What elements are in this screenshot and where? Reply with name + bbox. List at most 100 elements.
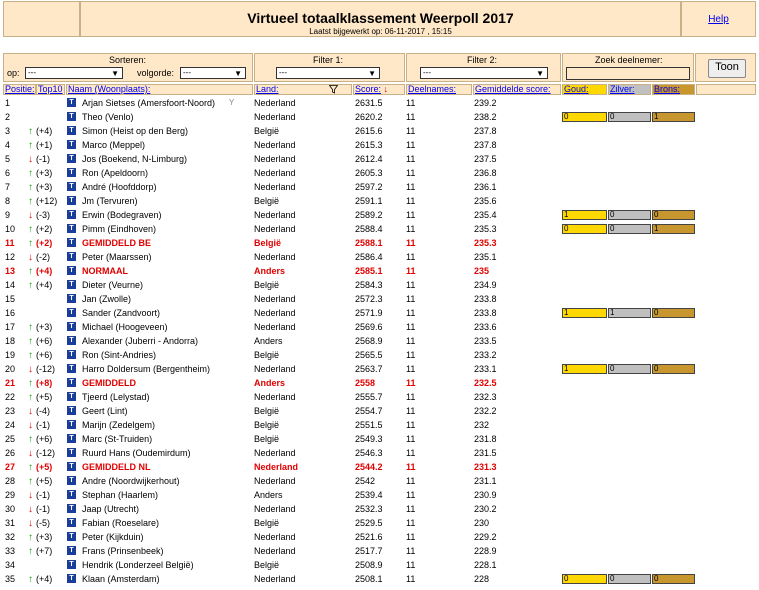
funnel-icon[interactable]	[328, 85, 339, 94]
profile-icon[interactable]: T	[67, 336, 76, 345]
profile-icon[interactable]: T	[67, 420, 76, 429]
profile-icon[interactable]: T	[67, 350, 76, 359]
sort-order-select[interactable]: --- ▼	[180, 67, 246, 79]
cell-name[interactable]: Jaap (Utrecht)	[82, 504, 139, 514]
cell-name[interactable]: Arjan Sietses (Amersfoort-Noord)	[82, 98, 215, 108]
col-zilver[interactable]: Zilver:	[608, 84, 651, 95]
profile-icon[interactable]: T	[67, 238, 76, 247]
profile-icon[interactable]: T	[67, 448, 76, 457]
profile-icon[interactable]: T	[67, 364, 76, 373]
profile-icon[interactable]: T	[67, 406, 76, 415]
table-row: 34 T Hendrik (Londerzeel België) België 2508…	[0, 558, 759, 572]
profile-icon[interactable]: T	[67, 182, 76, 191]
cell-name[interactable]: NORMAAL	[82, 266, 128, 276]
cell-name[interactable]: GEMIDDELD BE	[82, 238, 151, 248]
profile-icon[interactable]: T	[67, 518, 76, 527]
profile-icon[interactable]: T	[67, 504, 76, 513]
cell-name[interactable]: Hendrik (Londerzeel België)	[82, 560, 194, 570]
cell-name[interactable]: Sander (Zandvoort)	[82, 308, 160, 318]
profile-icon[interactable]: T	[67, 196, 76, 205]
profile-icon[interactable]: T	[67, 574, 76, 583]
cell-name[interactable]: Jan (Zwolle)	[82, 294, 131, 304]
help-link[interactable]: Help	[708, 14, 729, 25]
sort-op-select[interactable]: --- ▼	[25, 67, 123, 79]
profile-icon[interactable]: T	[67, 154, 76, 163]
profile-icon[interactable]: T	[67, 140, 76, 149]
profile-icon[interactable]: T	[67, 462, 76, 471]
table-row: 16 T Sander (Zandvoort) Nederland 2571.9 11 23…	[0, 306, 759, 320]
cell-name[interactable]: Marco (Meppel)	[82, 140, 145, 150]
cell-name[interactable]: Tjeerd (Lelystad)	[82, 392, 150, 402]
col-deelnames[interactable]: Deelnames:	[406, 84, 472, 95]
filter1-select[interactable]: --- ▼	[276, 67, 380, 79]
cell-name[interactable]: Ruurd Hans (Oudemirdum)	[82, 448, 191, 458]
search-input[interactable]	[566, 67, 690, 80]
profile-icon[interactable]: T	[67, 252, 76, 261]
profile-icon[interactable]: T	[67, 560, 76, 569]
cell-change: (+1)	[36, 140, 53, 150]
cell-name[interactable]: GEMIDDELD	[82, 378, 136, 388]
profile-icon[interactable]: T	[67, 210, 76, 219]
cell-name[interactable]: Peter (Kijkduin)	[82, 532, 144, 542]
profile-icon[interactable]: T	[67, 490, 76, 499]
cell-zilver: 0	[608, 210, 651, 220]
cell-name[interactable]: Harro Doldersum (Bergentheim)	[82, 364, 210, 374]
cell-name[interactable]: Ron (Apeldoorn)	[82, 168, 148, 178]
cell-name[interactable]: Frans (Prinsenbeek)	[82, 546, 164, 556]
profile-icon[interactable]: T	[67, 266, 76, 275]
cell-name[interactable]: Marc (St-Truiden)	[82, 434, 152, 444]
col-brons[interactable]: Brons:	[652, 84, 695, 95]
cell-score: 2542	[355, 476, 376, 486]
col-land[interactable]: Land:	[254, 84, 352, 95]
table-row: 28 ↑ (+5) T Andre (Noordwijkerhout) Nederland…	[0, 474, 759, 488]
cell-position: 5	[5, 154, 11, 164]
col-gemiddelde[interactable]: Gemiddelde score:	[473, 84, 561, 95]
profile-icon[interactable]: T	[67, 378, 76, 387]
profile-icon[interactable]: T	[67, 476, 76, 485]
profile-icon[interactable]: T	[67, 308, 76, 317]
cell-score: 2549.3	[355, 434, 383, 444]
col-naam[interactable]: Naam (Woonplaats):	[66, 84, 253, 95]
cell-name[interactable]: Klaan (Amsterdam)	[82, 574, 160, 584]
col-positie[interactable]: Positie:	[3, 84, 36, 95]
profile-icon[interactable]: T	[67, 98, 76, 107]
profile-icon[interactable]: T	[67, 168, 76, 177]
profile-icon[interactable]: T	[67, 294, 76, 303]
cell-name[interactable]: Geert (Lint)	[82, 406, 128, 416]
profile-icon[interactable]: T	[67, 280, 76, 289]
cell-name[interactable]: Ron (Sint-Andries)	[82, 350, 156, 360]
cell-gemiddelde: 233.1	[474, 364, 497, 374]
cell-name[interactable]: Peter (Maarssen)	[82, 252, 152, 262]
cell-name[interactable]: Erwin (Bodegraven)	[82, 210, 162, 220]
profile-icon[interactable]: T	[67, 224, 76, 233]
cell-name[interactable]: Alexander (Juberri - Andorra)	[82, 336, 198, 346]
cell-name[interactable]: Stephan (Haarlem)	[82, 490, 158, 500]
profile-icon[interactable]: T	[67, 126, 76, 135]
profile-icon[interactable]: T	[67, 322, 76, 331]
profile-icon[interactable]: T	[67, 546, 76, 555]
cell-name[interactable]: Jm (Tervuren)	[82, 196, 138, 206]
col-goud[interactable]: Goud:	[562, 84, 607, 95]
cell-score: 2572.3	[355, 294, 383, 304]
cell-name[interactable]: Dieter (Veurne)	[82, 280, 143, 290]
col-score[interactable]: Score: ↓	[353, 84, 405, 95]
cell-name[interactable]: Pimm (Eindhoven)	[82, 224, 156, 234]
cell-name[interactable]: Theo (Venlo)	[82, 112, 134, 122]
cell-name[interactable]: Andre (Noordwijkerhout)	[82, 476, 180, 486]
profile-icon[interactable]: T	[67, 112, 76, 121]
toon-button[interactable]: Toon	[708, 59, 746, 78]
cell-name[interactable]: Marijn (Zedelgem)	[82, 420, 155, 430]
cell-name[interactable]: Simon (Heist op den Berg)	[82, 126, 188, 136]
col-top10[interactable]: Top10	[36, 84, 65, 95]
profile-icon[interactable]: T	[67, 434, 76, 443]
filter2-select[interactable]: --- ▼	[420, 67, 548, 79]
cell-name[interactable]: GEMIDDELD NL	[82, 462, 151, 472]
profile-icon[interactable]: T	[67, 392, 76, 401]
cell-name[interactable]: Jos (Boekend, N-Limburg)	[82, 154, 187, 164]
cell-name[interactable]: Fabian (Roeselare)	[82, 518, 159, 528]
cell-score: 2569.6	[355, 322, 383, 332]
cell-name[interactable]: André (Hoofddorp)	[82, 182, 157, 192]
cell-name[interactable]: Michael (Hoogeveen)	[82, 322, 168, 332]
profile-icon[interactable]: T	[67, 532, 76, 541]
cell-land: Nederland	[254, 448, 296, 458]
